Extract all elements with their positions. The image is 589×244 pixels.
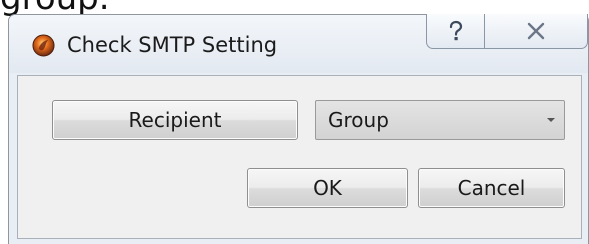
chevron-down-icon [547,118,555,122]
group-select-value: Group [328,108,389,132]
help-button[interactable] [427,14,485,48]
close-button[interactable] [485,14,587,48]
dialog-body: Recipient Group OK Cancel [17,75,582,239]
window-title: Check SMTP Setting [67,33,278,57]
screen: group. Check SMTP Setting [0,0,589,244]
help-icon [449,20,462,41]
title-bar[interactable]: Check SMTP Setting [9,14,588,73]
ok-button[interactable]: OK [247,168,408,208]
group-select[interactable]: Group [315,100,565,140]
flame-app-icon [32,34,55,57]
window-controls [426,14,588,49]
dropdown-arrow[interactable] [538,101,564,139]
cancel-button[interactable]: Cancel [418,168,565,208]
dialog-window: Check SMTP Setting Recipient Group OK Ca… [8,14,589,244]
close-icon [527,22,545,40]
recipient-button[interactable]: Recipient [52,100,298,140]
